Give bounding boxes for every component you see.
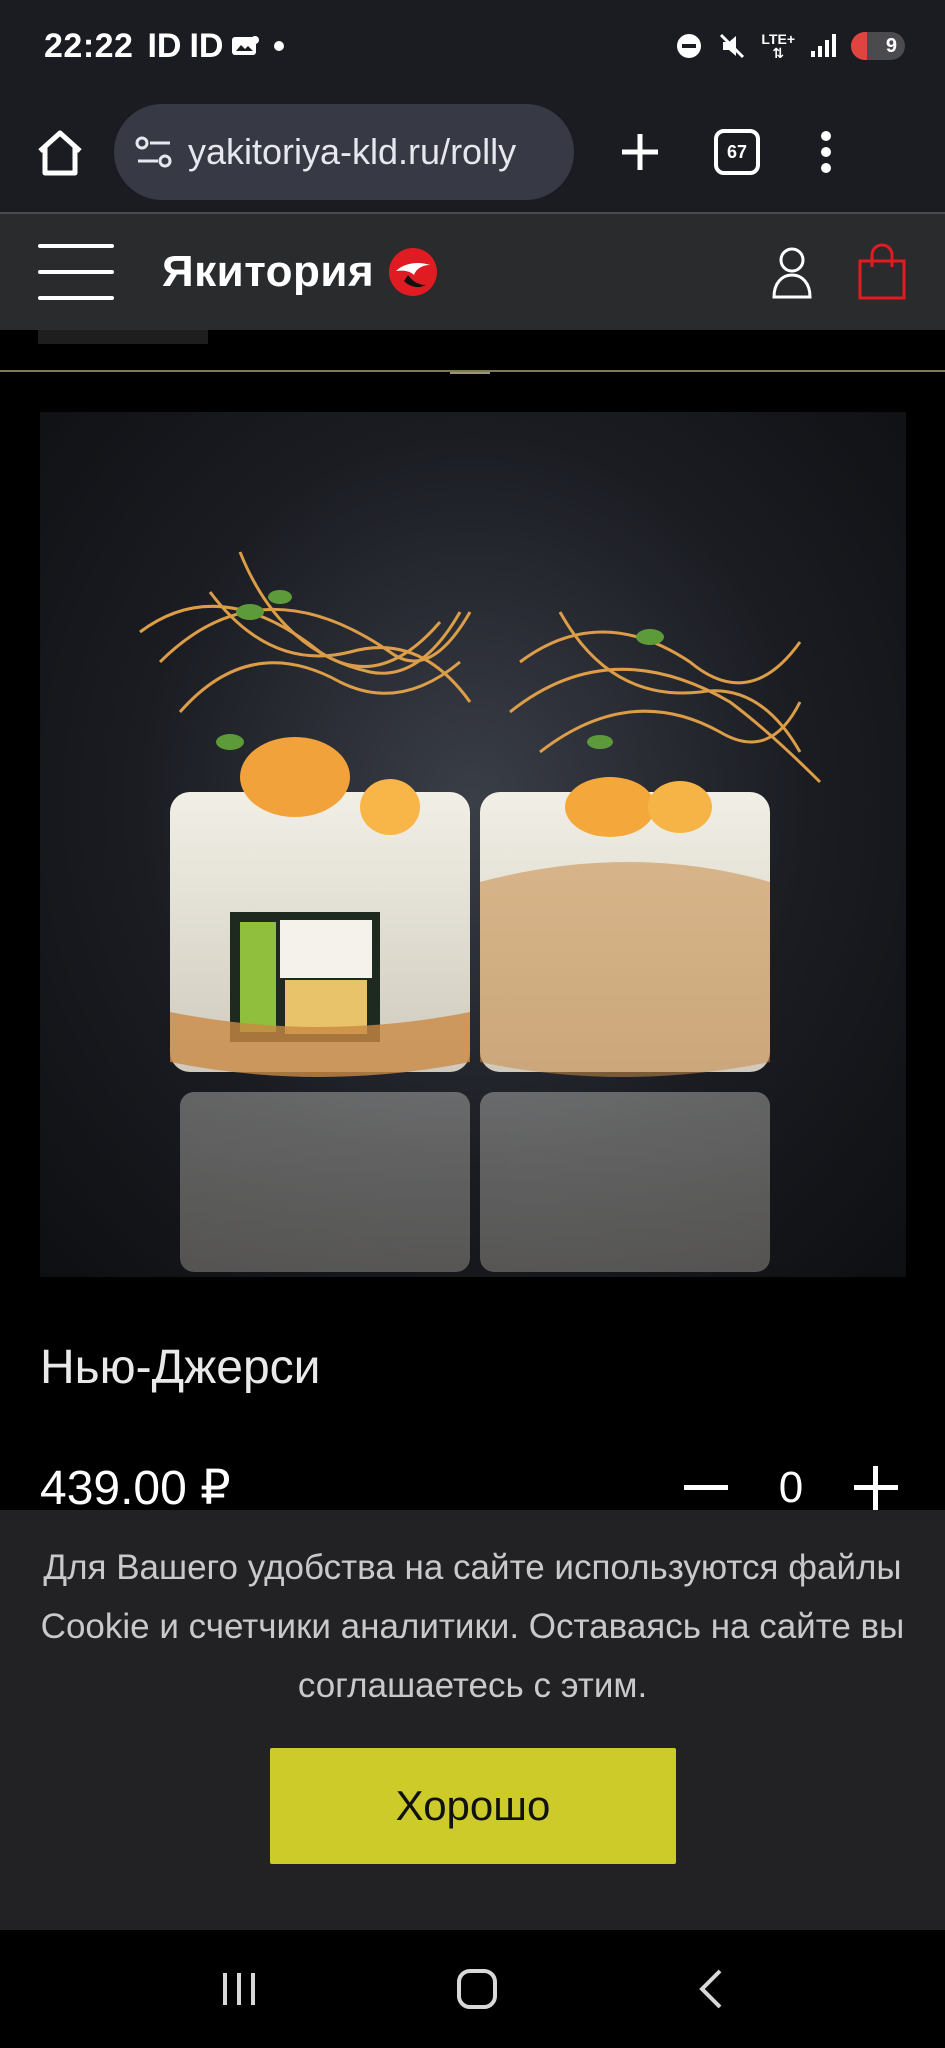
quantity-value: 0 [778,1463,804,1512]
tab-count: 67 [726,141,748,162]
data-arrows-icon: ⇅ [772,45,785,61]
product-price: 439.00 ₽ [40,1462,231,1515]
browser-toolbar: yakitoriya-kld.ru/rolly 67 [0,92,945,212]
minus-icon [684,1485,728,1490]
plus-icon [622,134,658,170]
site-header: Якитория [0,214,945,330]
increase-quantity-button[interactable] [846,1458,906,1518]
more-vert-icon [821,131,831,173]
status-time: 22:22 [44,26,134,65]
site-logo[interactable]: Якитория [162,247,438,297]
divider-accent [450,372,490,374]
status-right-indicators: LTE+ ⇅ 9 [675,31,905,61]
dot-icon [274,41,285,51]
product-image [40,412,906,1277]
url-text[interactable]: yakitoriya-kld.ru/rolly [188,131,516,173]
status-left-indicators: ID ID [147,27,289,66]
battery-icon: 9 [851,32,905,60]
tabs-button[interactable]: 67 [714,129,760,175]
hamburger-menu-button[interactable] [38,242,114,302]
browser-menu-button[interactable] [806,116,846,188]
address-bar[interactable]: yakitoriya-kld.ru/rolly [114,104,574,200]
do-not-disturb-icon [677,34,702,58]
status-bar: 22:22 ID ID LTE+ ⇅ 9 [0,0,945,92]
status-indicator-2: ID [189,26,224,65]
home-button[interactable] [24,116,96,188]
battery-level: 9 [885,34,897,57]
thumbnail-strip [38,330,208,344]
cart-icon[interactable] [857,243,907,301]
site-settings-icon[interactable] [134,135,174,169]
status-indicator-1: ID [147,26,182,65]
price-row: 439.00 ₽ 0 [40,1458,906,1518]
mute-icon [720,33,745,59]
new-tab-button[interactable] [604,116,676,188]
home-icon [38,130,82,176]
recent-apps-icon[interactable] [219,1969,259,2009]
plus-icon [854,1466,898,1510]
decrease-quantity-button[interactable] [676,1458,736,1518]
logo-bird-icon [389,248,438,296]
signal-icon [811,34,836,57]
picture-icon [232,36,260,55]
hamburger-icon [38,244,114,248]
quantity-stepper: 0 [676,1458,906,1518]
system-navigation-bar [0,1930,945,2048]
sushi-roll-image [139,551,822,1272]
network-type: LTE+ [761,31,795,47]
logo-text: Якитория [162,247,375,296]
cookie-banner: Для Вашего удобства на сайте используютс… [0,1510,945,1930]
back-icon[interactable] [696,1967,726,2011]
cookie-text: Для Вашего удобства на сайте используютс… [40,1548,905,1705]
home-nav-icon[interactable] [456,1968,498,2010]
accept-cookies-button[interactable]: Хорошо [270,1748,676,1864]
product-name: Нью-Джерси [40,1341,321,1394]
user-icon[interactable] [771,245,813,299]
